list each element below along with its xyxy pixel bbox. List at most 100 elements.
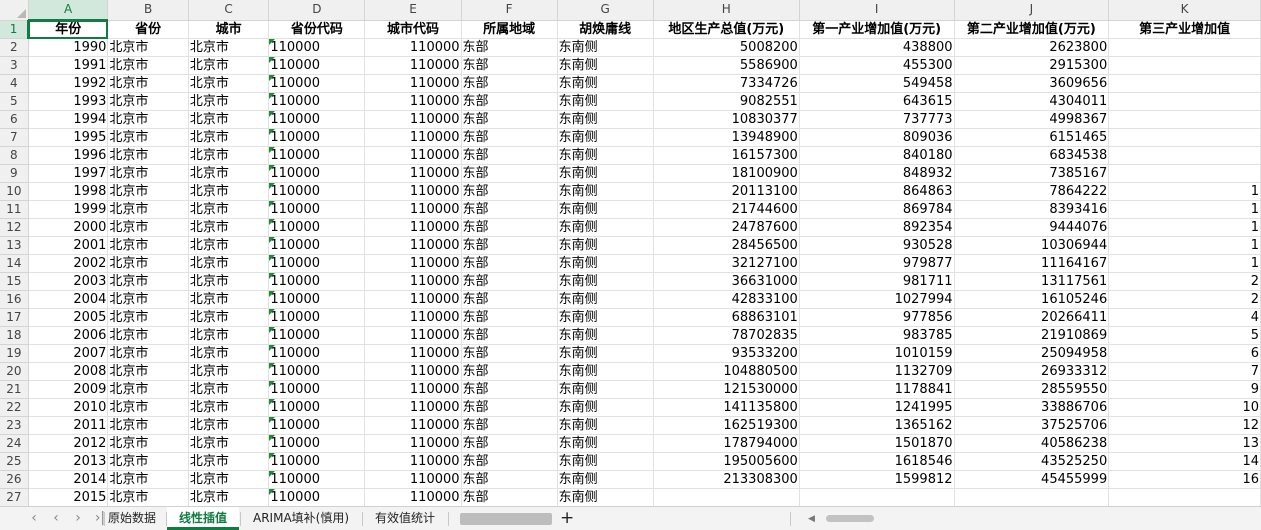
data-cell[interactable]: 2002: [28, 254, 109, 273]
data-cell[interactable]: 162519300: [653, 416, 800, 435]
data-cell[interactable]: 1996: [28, 146, 109, 165]
data-cell[interactable]: 东南侧: [557, 146, 654, 165]
data-cell[interactable]: 北京市: [107, 236, 189, 255]
data-cell[interactable]: 东部: [461, 362, 558, 381]
data-cell[interactable]: 977856: [799, 308, 955, 327]
row-header[interactable]: 17: [0, 308, 29, 327]
data-cell[interactable]: 1599812: [799, 470, 955, 489]
data-cell[interactable]: 北京市: [188, 236, 270, 255]
column-header-i[interactable]: I: [799, 0, 955, 21]
data-cell[interactable]: 110000: [268, 182, 366, 201]
data-cell[interactable]: 110000: [364, 56, 462, 75]
column-header-b[interactable]: B: [107, 0, 189, 21]
row-header[interactable]: 12: [0, 218, 29, 237]
data-cell[interactable]: 2015: [28, 488, 109, 506]
data-cell[interactable]: 北京市: [107, 272, 189, 291]
column-header-g[interactable]: G: [557, 0, 654, 21]
row-header[interactable]: 15: [0, 272, 29, 291]
data-cell[interactable]: 110000: [268, 56, 366, 75]
data-cell[interactable]: 110000: [268, 272, 366, 291]
data-cell[interactable]: 1995: [28, 128, 109, 147]
data-cell[interactable]: 2006: [28, 326, 109, 345]
data-cell[interactable]: 东南侧: [557, 380, 654, 399]
data-cell[interactable]: 141135800: [653, 398, 800, 417]
data-cell[interactable]: 20266411: [954, 308, 1110, 327]
data-cell[interactable]: 1132709: [799, 362, 955, 381]
data-cell[interactable]: [954, 488, 1110, 506]
data-cell[interactable]: 北京市: [188, 308, 270, 327]
data-cell[interactable]: 东部: [461, 272, 558, 291]
data-cell[interactable]: 北京市: [107, 218, 189, 237]
nav-first-sheet-icon[interactable]: ‹: [26, 510, 42, 526]
data-cell[interactable]: 1: [1108, 254, 1261, 273]
data-cell[interactable]: 东南侧: [557, 308, 654, 327]
data-cell[interactable]: 2915300: [954, 56, 1110, 75]
data-cell[interactable]: 2004: [28, 290, 109, 309]
data-cell[interactable]: 110000: [364, 38, 462, 57]
data-cell[interactable]: 1998: [28, 182, 109, 201]
row-header[interactable]: 8: [0, 146, 29, 165]
data-cell[interactable]: 4304011: [954, 92, 1110, 111]
column-header-e[interactable]: E: [364, 0, 462, 21]
data-cell[interactable]: 37525706: [954, 416, 1110, 435]
header-cell[interactable]: 第二产业增加值(万元): [954, 20, 1110, 39]
data-cell[interactable]: 110000: [364, 164, 462, 183]
data-cell[interactable]: 110000: [268, 398, 366, 417]
data-cell[interactable]: 1993: [28, 92, 109, 111]
data-cell[interactable]: 2012: [28, 434, 109, 453]
row-header[interactable]: 14: [0, 254, 29, 273]
data-cell[interactable]: 东南侧: [557, 218, 654, 237]
data-cell[interactable]: 北京市: [188, 200, 270, 219]
data-cell[interactable]: 21744600: [653, 200, 800, 219]
data-cell[interactable]: 北京市: [188, 452, 270, 471]
data-cell[interactable]: 1027994: [799, 290, 955, 309]
data-cell[interactable]: 东部: [461, 164, 558, 183]
data-cell[interactable]: 110000: [268, 326, 366, 345]
data-cell[interactable]: 东部: [461, 290, 558, 309]
data-cell[interactable]: 北京市: [107, 74, 189, 93]
add-sheet-icon[interactable]: +: [560, 508, 576, 528]
data-cell[interactable]: 2: [1108, 290, 1261, 309]
data-cell[interactable]: 4: [1108, 308, 1261, 327]
data-cell[interactable]: 110000: [364, 182, 462, 201]
data-cell[interactable]: 北京市: [188, 128, 270, 147]
data-cell[interactable]: 东南侧: [557, 416, 654, 435]
data-cell[interactable]: [1108, 164, 1261, 183]
select-all-corner[interactable]: [0, 0, 29, 21]
data-cell[interactable]: 110000: [268, 38, 366, 57]
data-cell[interactable]: 北京市: [107, 398, 189, 417]
column-header-d[interactable]: D: [268, 0, 366, 21]
data-cell[interactable]: 110000: [268, 128, 366, 147]
column-header-f[interactable]: F: [461, 0, 558, 21]
data-cell[interactable]: 1365162: [799, 416, 955, 435]
data-cell[interactable]: 东南侧: [557, 398, 654, 417]
data-cell[interactable]: 7864222: [954, 182, 1110, 201]
data-cell[interactable]: 北京市: [188, 434, 270, 453]
data-cell[interactable]: 2000: [28, 218, 109, 237]
data-cell[interactable]: [799, 488, 955, 506]
data-cell[interactable]: 110000: [364, 218, 462, 237]
data-cell[interactable]: 北京市: [188, 362, 270, 381]
data-cell[interactable]: 110000: [364, 290, 462, 309]
row-header[interactable]: 26: [0, 470, 29, 489]
data-cell[interactable]: 北京市: [188, 38, 270, 57]
data-cell[interactable]: 4998367: [954, 110, 1110, 129]
data-cell[interactable]: 110000: [364, 470, 462, 489]
tab-linear-interpolation[interactable]: 线性插值: [167, 507, 240, 530]
data-cell[interactable]: 110000: [268, 416, 366, 435]
data-cell[interactable]: 9: [1108, 380, 1261, 399]
data-cell[interactable]: 104880500: [653, 362, 800, 381]
data-cell[interactable]: 11164167: [954, 254, 1110, 273]
nav-next-sheet-icon[interactable]: ›: [70, 510, 86, 526]
data-cell[interactable]: 东部: [461, 92, 558, 111]
data-cell[interactable]: 北京市: [188, 92, 270, 111]
data-cell[interactable]: 2008: [28, 362, 109, 381]
data-cell[interactable]: 北京市: [107, 416, 189, 435]
data-cell[interactable]: 2010: [28, 398, 109, 417]
data-cell[interactable]: 110000: [364, 434, 462, 453]
data-cell[interactable]: 1991: [28, 56, 109, 75]
data-cell[interactable]: [1108, 74, 1261, 93]
row-header[interactable]: 27: [0, 488, 29, 506]
data-cell[interactable]: 24787600: [653, 218, 800, 237]
data-cell[interactable]: 东部: [461, 182, 558, 201]
